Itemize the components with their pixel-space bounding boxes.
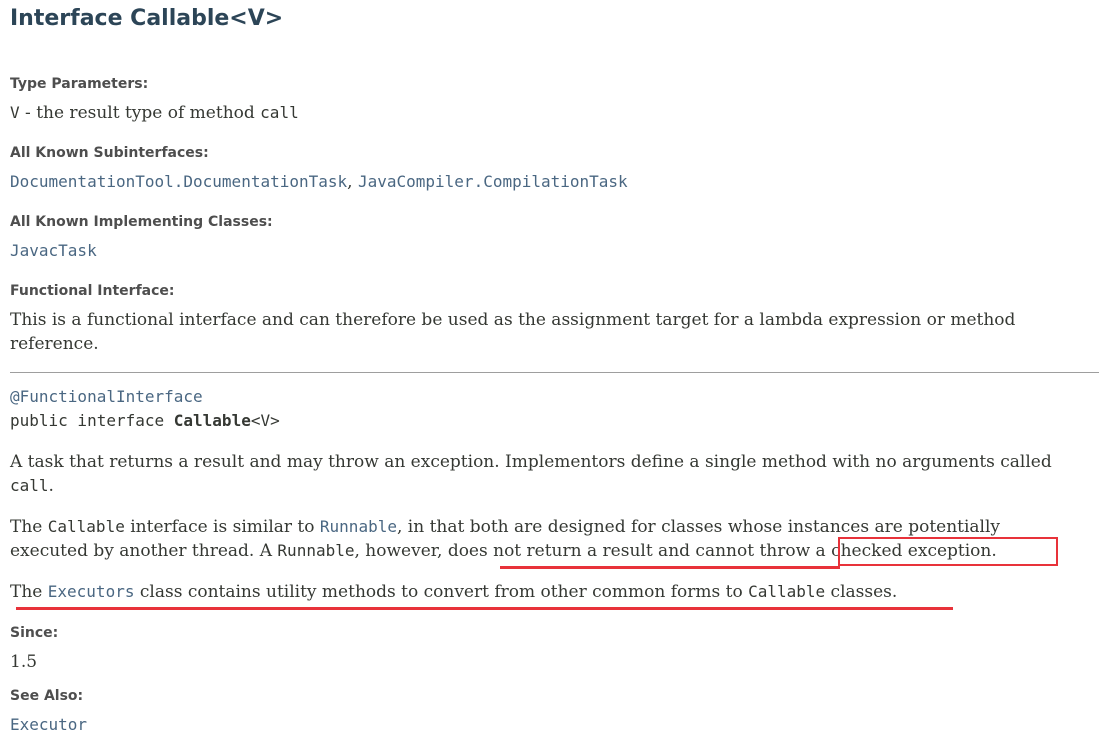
subinterface-link-compilation-task[interactable]: JavaCompiler.CompilationTask <box>358 172 628 191</box>
p1-end: . <box>48 476 54 496</box>
p2-text-a: The <box>10 517 48 537</box>
subinterfaces-list: DocumentationTool.DocumentationTask, Jav… <box>10 170 628 194</box>
since-value: 1.5 <box>10 652 38 672</box>
executors-link[interactable]: Executors <box>48 582 135 601</box>
type-param-method: call <box>260 103 299 122</box>
p1-code-call: call <box>10 476 49 495</box>
implementing-classes-list: JavacTask <box>10 239 97 263</box>
section-divider <box>10 372 1099 373</box>
see-also-heading: See Also: <box>10 688 84 704</box>
p2-code-callable: Callable <box>47 517 125 536</box>
red-box-checked-exception <box>838 537 1058 566</box>
type-parameters-heading: Type Parameters: <box>10 76 149 92</box>
p2-code-runnable: Runnable <box>277 541 355 560</box>
subinterface-link-documentation-task[interactable]: DocumentationTool.DocumentationTask <box>10 172 347 191</box>
signature-name: Callable <box>173 411 251 430</box>
signature-prefix: public interface <box>10 411 174 430</box>
implementing-class-link-javactask[interactable]: JavacTask <box>10 241 97 260</box>
p3-text-b: class contains utility methods to conver… <box>134 582 749 602</box>
description-paragraph-3: The Executors class contains utility met… <box>10 580 1090 604</box>
type-param-name: V <box>10 103 20 122</box>
since-heading: Since: <box>10 625 59 641</box>
red-underline-not-return <box>500 566 840 569</box>
type-signature: public interface Callable<V> <box>10 409 280 433</box>
signature-generic: <V> <box>250 411 280 430</box>
see-also-list: Executor <box>10 713 87 737</box>
annotation-line: @FunctionalInterface <box>10 385 203 409</box>
p3-code-callable: Callable <box>748 582 826 601</box>
p3-text-c: classes. <box>825 582 898 602</box>
type-param-desc: - the result type of method <box>19 103 261 123</box>
subinterfaces-separator: , <box>347 172 358 192</box>
functional-interface-annotation-link[interactable]: @FunctionalInterface <box>10 387 203 406</box>
implementing-classes-heading: All Known Implementing Classes: <box>10 214 273 230</box>
executor-link[interactable]: Executor <box>10 715 87 734</box>
functional-interface-heading: Functional Interface: <box>10 283 175 299</box>
red-underline-executors-sentence <box>16 607 953 610</box>
subinterfaces-heading: All Known Subinterfaces: <box>10 145 209 161</box>
p2-text-b: interface is similar to <box>124 517 320 537</box>
functional-interface-text: This is a functional interface and can t… <box>10 310 1016 354</box>
p1-text: A task that returns a result and may thr… <box>10 452 1052 472</box>
type-parameters-value: V - the result type of method call <box>10 101 299 125</box>
p3-text-a: The <box>10 582 48 602</box>
page-title: Interface Callable<V> <box>10 6 284 31</box>
runnable-link[interactable]: Runnable <box>320 517 397 536</box>
description-paragraph-1: A task that returns a result and may thr… <box>10 450 1090 498</box>
